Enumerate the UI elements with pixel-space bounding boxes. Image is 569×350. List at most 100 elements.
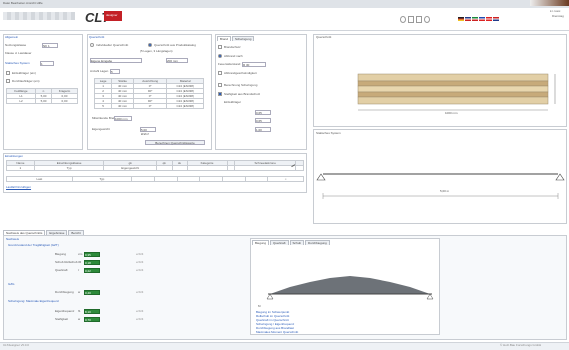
service-class-select[interactable]: NK 1 — [42, 43, 58, 48]
window-decoration — [530, 0, 569, 6]
result-label: Steifigkeit — [55, 317, 69, 321]
fire-protection-checkbox[interactable] — [218, 45, 222, 49]
options-tabs[interactable]: Brand Schwingung — [217, 36, 255, 41]
layers-label: Anzahl Lagen — [90, 69, 109, 73]
width-value: 1000 mm — [115, 117, 128, 121]
vibration-checkbox[interactable] — [218, 83, 222, 87]
result-value-text: 0,18 — [85, 261, 91, 265]
flag-usa-icon[interactable] — [493, 17, 499, 21]
tab-fire[interactable]: Brand — [217, 36, 232, 41]
catalog-radio-label: Querschnitt aus Produktkatalog — [154, 43, 196, 47]
stiffness-checkbox[interactable] — [218, 92, 222, 96]
single-span-checkbox[interactable] — [6, 71, 10, 75]
flag-italy-icon[interactable] — [472, 17, 478, 21]
catalog-radio[interactable] — [148, 43, 152, 47]
flag-uk-icon[interactable] — [465, 17, 471, 21]
individual-radio-label: Individueller Querschnitt — [96, 43, 129, 47]
cross-section-drawing — [357, 73, 556, 111]
thickness-value: 200 mm — [167, 59, 178, 63]
result-value: 0,35 — [84, 252, 100, 257]
duration-input[interactable]: R 30 — [242, 62, 266, 67]
flag-germany-icon[interactable] — [458, 17, 464, 21]
result-status: erfüllt — [136, 317, 144, 321]
logo-subtitle: designer — [106, 13, 118, 17]
cell: 5 — [93, 103, 113, 109]
vibration-label: Berechnung Schwingung — [224, 83, 258, 87]
result-symbol: w — [78, 317, 81, 321]
layers-table: Lage Stärke Ausrichtung Material 1 40 mm 0° C2… — [93, 78, 204, 109]
cell: L2 — [5, 98, 37, 104]
search-icon[interactable]: ⌕ — [267, 176, 304, 182]
result-status: erfüllt — [136, 309, 144, 313]
table-row[interactable]: Last Typ ⌕ — [6, 176, 304, 182]
right-support-icon — [555, 173, 565, 181]
compute-values-button[interactable]: Berechnen Querschnittswerte — [145, 140, 205, 145]
cell: 5,00 — [35, 98, 52, 104]
charring-label: Abbrand nach — [224, 54, 243, 58]
cell: Typ — [33, 165, 105, 171]
results-title: Nachweis — [6, 237, 20, 241]
result-symbol: τ — [78, 268, 80, 272]
factor-value-1: 0,65 — [256, 111, 262, 115]
result-symbol: σm — [78, 252, 83, 256]
system-select[interactable]: 1 — [40, 61, 54, 66]
cell: Eigengewicht — [103, 165, 157, 171]
charring-rate-checkbox[interactable] — [218, 71, 222, 75]
cell — [155, 165, 173, 171]
cell — [234, 165, 297, 171]
table-row[interactable]: 1 Typ Eigengewicht — [6, 165, 304, 171]
weight-input[interactable]: 5,00 kN/m³ — [140, 127, 156, 136]
service-class-value: NK 1 — [43, 44, 50, 48]
continuous-checkbox[interactable] — [6, 79, 10, 83]
cell: 40 mm — [111, 103, 134, 109]
cell — [226, 165, 236, 171]
result-value-text: 0,35 — [85, 253, 91, 257]
cell: 0,00 — [50, 98, 79, 104]
toolbar-icon-group[interactable] — [400, 16, 430, 23]
thickness-select[interactable]: 200 mm — [166, 58, 188, 63]
status-right: © Holz.Bau Forschungs GmbH — [500, 343, 542, 347]
factor-input-3[interactable]: 1,00 — [255, 127, 271, 132]
result-symbol: τR — [78, 260, 82, 264]
save-icon[interactable] — [408, 16, 414, 23]
width-label: Mitwirkende Breite — [92, 116, 117, 120]
legend-item[interactable]: Maximales Moment Querschnitt — [256, 331, 298, 334]
layers-input[interactable]: 5 — [110, 69, 120, 74]
stiffness-label: Steifigkeit aus Brandschutz — [224, 92, 261, 96]
static-system-drawing — [316, 173, 565, 199]
individual-radio[interactable] — [90, 43, 94, 47]
add-load-case-link[interactable]: Lastfall hinzufügen — [6, 186, 31, 189]
width-input[interactable]: 1000 mm — [114, 116, 132, 121]
loads-panel — [3, 153, 307, 193]
single-span-label: Einfeldträger (ein) — [12, 71, 36, 75]
factor-input-2[interactable]: 0,65 — [255, 118, 271, 123]
menu-items[interactable]: Datei Bearbeiten Ansicht Hilfe — [3, 2, 43, 5]
charring-radio[interactable] — [218, 54, 222, 58]
deflection-value: 0,40 — [84, 290, 100, 295]
help-icon[interactable] — [424, 16, 430, 23]
flag-austria-icon[interactable] — [486, 17, 492, 21]
load-duration-label: Klasse d. Lastdauer — [5, 51, 32, 55]
user-name: k.t.rossi — [550, 9, 561, 13]
vibration-section: Schwingung: Maximale Eigenfrequenz — [8, 299, 60, 303]
producer-select[interactable]: Eigene Eingabe — [90, 58, 142, 63]
moment-label: M — [258, 304, 261, 308]
flag-france-icon[interactable] — [479, 17, 485, 21]
language-flags[interactable] — [458, 17, 518, 22]
cell: 0° — [132, 103, 168, 109]
home-icon[interactable] — [400, 16, 406, 23]
table-row[interactable]: L2 5,00 0,00 — [5, 98, 79, 104]
span-table: Feldlänge n Kragarm L1 5,00 0,00 L2 5,00 0,00 — [5, 88, 79, 104]
user-date: Dienstag — [552, 14, 564, 18]
tab-vibration[interactable]: Schwingung — [232, 36, 255, 41]
cell: 1 — [6, 165, 35, 171]
factor-input-1[interactable]: 0,65 — [255, 110, 271, 115]
table-row[interactable]: 5 40 mm 0° C24 (EN338) — [93, 103, 204, 109]
print-icon[interactable] — [416, 16, 422, 23]
loads-table: Name Einwirkungsklasse gk qk sk Kategori… — [6, 160, 304, 171]
factor-value-2: 0,65 — [256, 119, 262, 123]
result-value: 8,10 — [84, 309, 100, 314]
cell — [295, 165, 304, 171]
system-label: Statisches System — [5, 61, 30, 65]
cross-section-dim: 1000 mm — [445, 111, 458, 115]
